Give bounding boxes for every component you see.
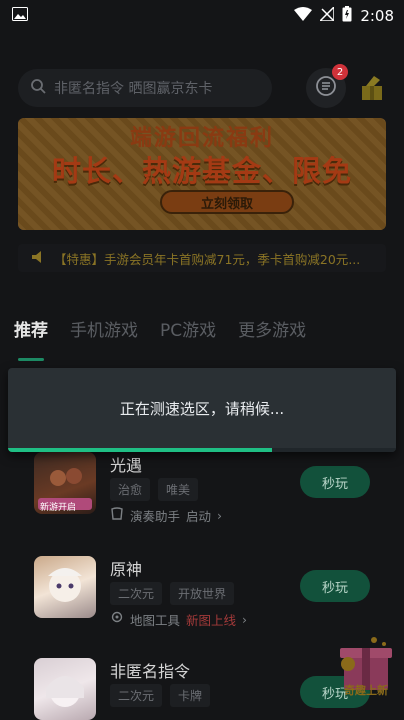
banner-claim-button[interactable]: 立刻领取 (160, 190, 294, 214)
game-name: 非匿名指令 (110, 662, 191, 681)
game-thumbnail (34, 658, 96, 720)
search-placeholder: 非匿名指令 晒图赢京东卡 (54, 81, 213, 97)
tool-action: 启动 (186, 509, 212, 524)
thumbnail-caption: 新游开启 (40, 503, 77, 513)
chevron-right-icon: › (217, 508, 223, 523)
speed-test-toast: 正在测速选区，请稍候... (8, 368, 396, 452)
chevron-right-icon: › (242, 612, 248, 627)
toast-progress-fill (8, 448, 272, 452)
game-tag: 二次元 (110, 582, 163, 605)
game-tool-link[interactable]: 地图工具 新图上线 › (110, 610, 247, 629)
map-pin-icon (110, 611, 124, 628)
play-button[interactable]: 秒玩 (300, 570, 370, 602)
category-tabs: 推荐 手机游戏 PC游戏 更多游戏 (14, 316, 306, 361)
app-screen: 2:08 非匿名指令 晒图赢京东卡 2 端游回流福利 时长、热游基金、限免 立刻… (0, 0, 404, 720)
status-icons: 2:08 (294, 5, 394, 26)
game-item-genshin[interactable]: 原神 二次元 开放世界 地图工具 新图上线 › 秒玩 (34, 556, 374, 636)
tool-label: 地图工具 (130, 613, 181, 628)
game-tags: 二次元 开放世界 (110, 582, 235, 605)
status-bar: 2:08 (0, 0, 404, 32)
image-icon (12, 7, 28, 25)
speaker-icon (32, 250, 46, 266)
game-thumbnail (34, 556, 96, 618)
toast-progress-track (8, 448, 396, 452)
game-item-non-anonymous[interactable]: 非匿名指令 二次元 卡牌 秒玩 (34, 658, 374, 720)
message-button[interactable]: 2 (306, 64, 348, 108)
clock-time: 2:08 (360, 7, 394, 25)
game-tag: 卡牌 (170, 684, 211, 707)
notice-bar[interactable]: 【特惠】手游会员年卡首购减71元，季卡首购减20元... (18, 244, 386, 272)
game-tag: 开放世界 (170, 582, 235, 605)
gift-button[interactable] (356, 72, 388, 104)
notice-text: 【特惠】手游会员年卡首购减71元，季卡首购减20元... (54, 251, 361, 267)
tab-pc-games[interactable]: PC游戏 (160, 316, 216, 347)
game-tag: 二次元 (110, 684, 163, 707)
tab-more-games[interactable]: 更多游戏 (238, 316, 306, 347)
promo-banner[interactable]: 端游回流福利 时长、热游基金、限免 立刻领取 (18, 118, 386, 230)
wifi-icon (294, 7, 313, 25)
game-tag: 治愈 (110, 478, 151, 501)
game-tool-link[interactable]: 演奏助手 启动 › (110, 506, 222, 525)
game-thumbnail: 新游开启 (34, 452, 96, 514)
battery-icon (342, 6, 352, 26)
game-tag: 唯美 (158, 478, 199, 501)
harp-icon (110, 507, 124, 524)
search-input[interactable]: 非匿名指令 晒图赢京东卡 (18, 69, 272, 107)
message-badge: 2 (332, 64, 348, 80)
tab-recommended[interactable]: 推荐 (14, 316, 48, 361)
game-tags: 治愈 唯美 (110, 478, 199, 501)
game-name: 光遇 (110, 456, 143, 475)
search-row: 非匿名指令 晒图赢京东卡 2 (18, 64, 388, 108)
message-icon (315, 75, 337, 101)
tab-mobile-games[interactable]: 手机游戏 (70, 316, 138, 347)
no-signal-icon (318, 5, 336, 25)
game-item-sky[interactable]: 新游开启 光遇 治愈 唯美 演奏助手 启动 › 秒玩 (34, 452, 374, 532)
tool-label: 演奏助手 (130, 509, 181, 524)
game-tags: 二次元 卡牌 (110, 684, 211, 707)
search-icon (30, 78, 46, 98)
banner-subheadline: 时长、热游基金、限免 (51, 154, 352, 188)
play-button[interactable]: 秒玩 (300, 466, 370, 498)
floating-gift-label: 奇趣上新 (344, 684, 388, 697)
floating-gift-widget[interactable]: 奇趣上新 (334, 630, 396, 700)
gift-icon (356, 76, 388, 108)
toast-message: 正在测速选区，请稍候... (119, 400, 285, 418)
game-name: 原神 (110, 560, 143, 579)
tool-action: 新图上线 (186, 613, 237, 628)
